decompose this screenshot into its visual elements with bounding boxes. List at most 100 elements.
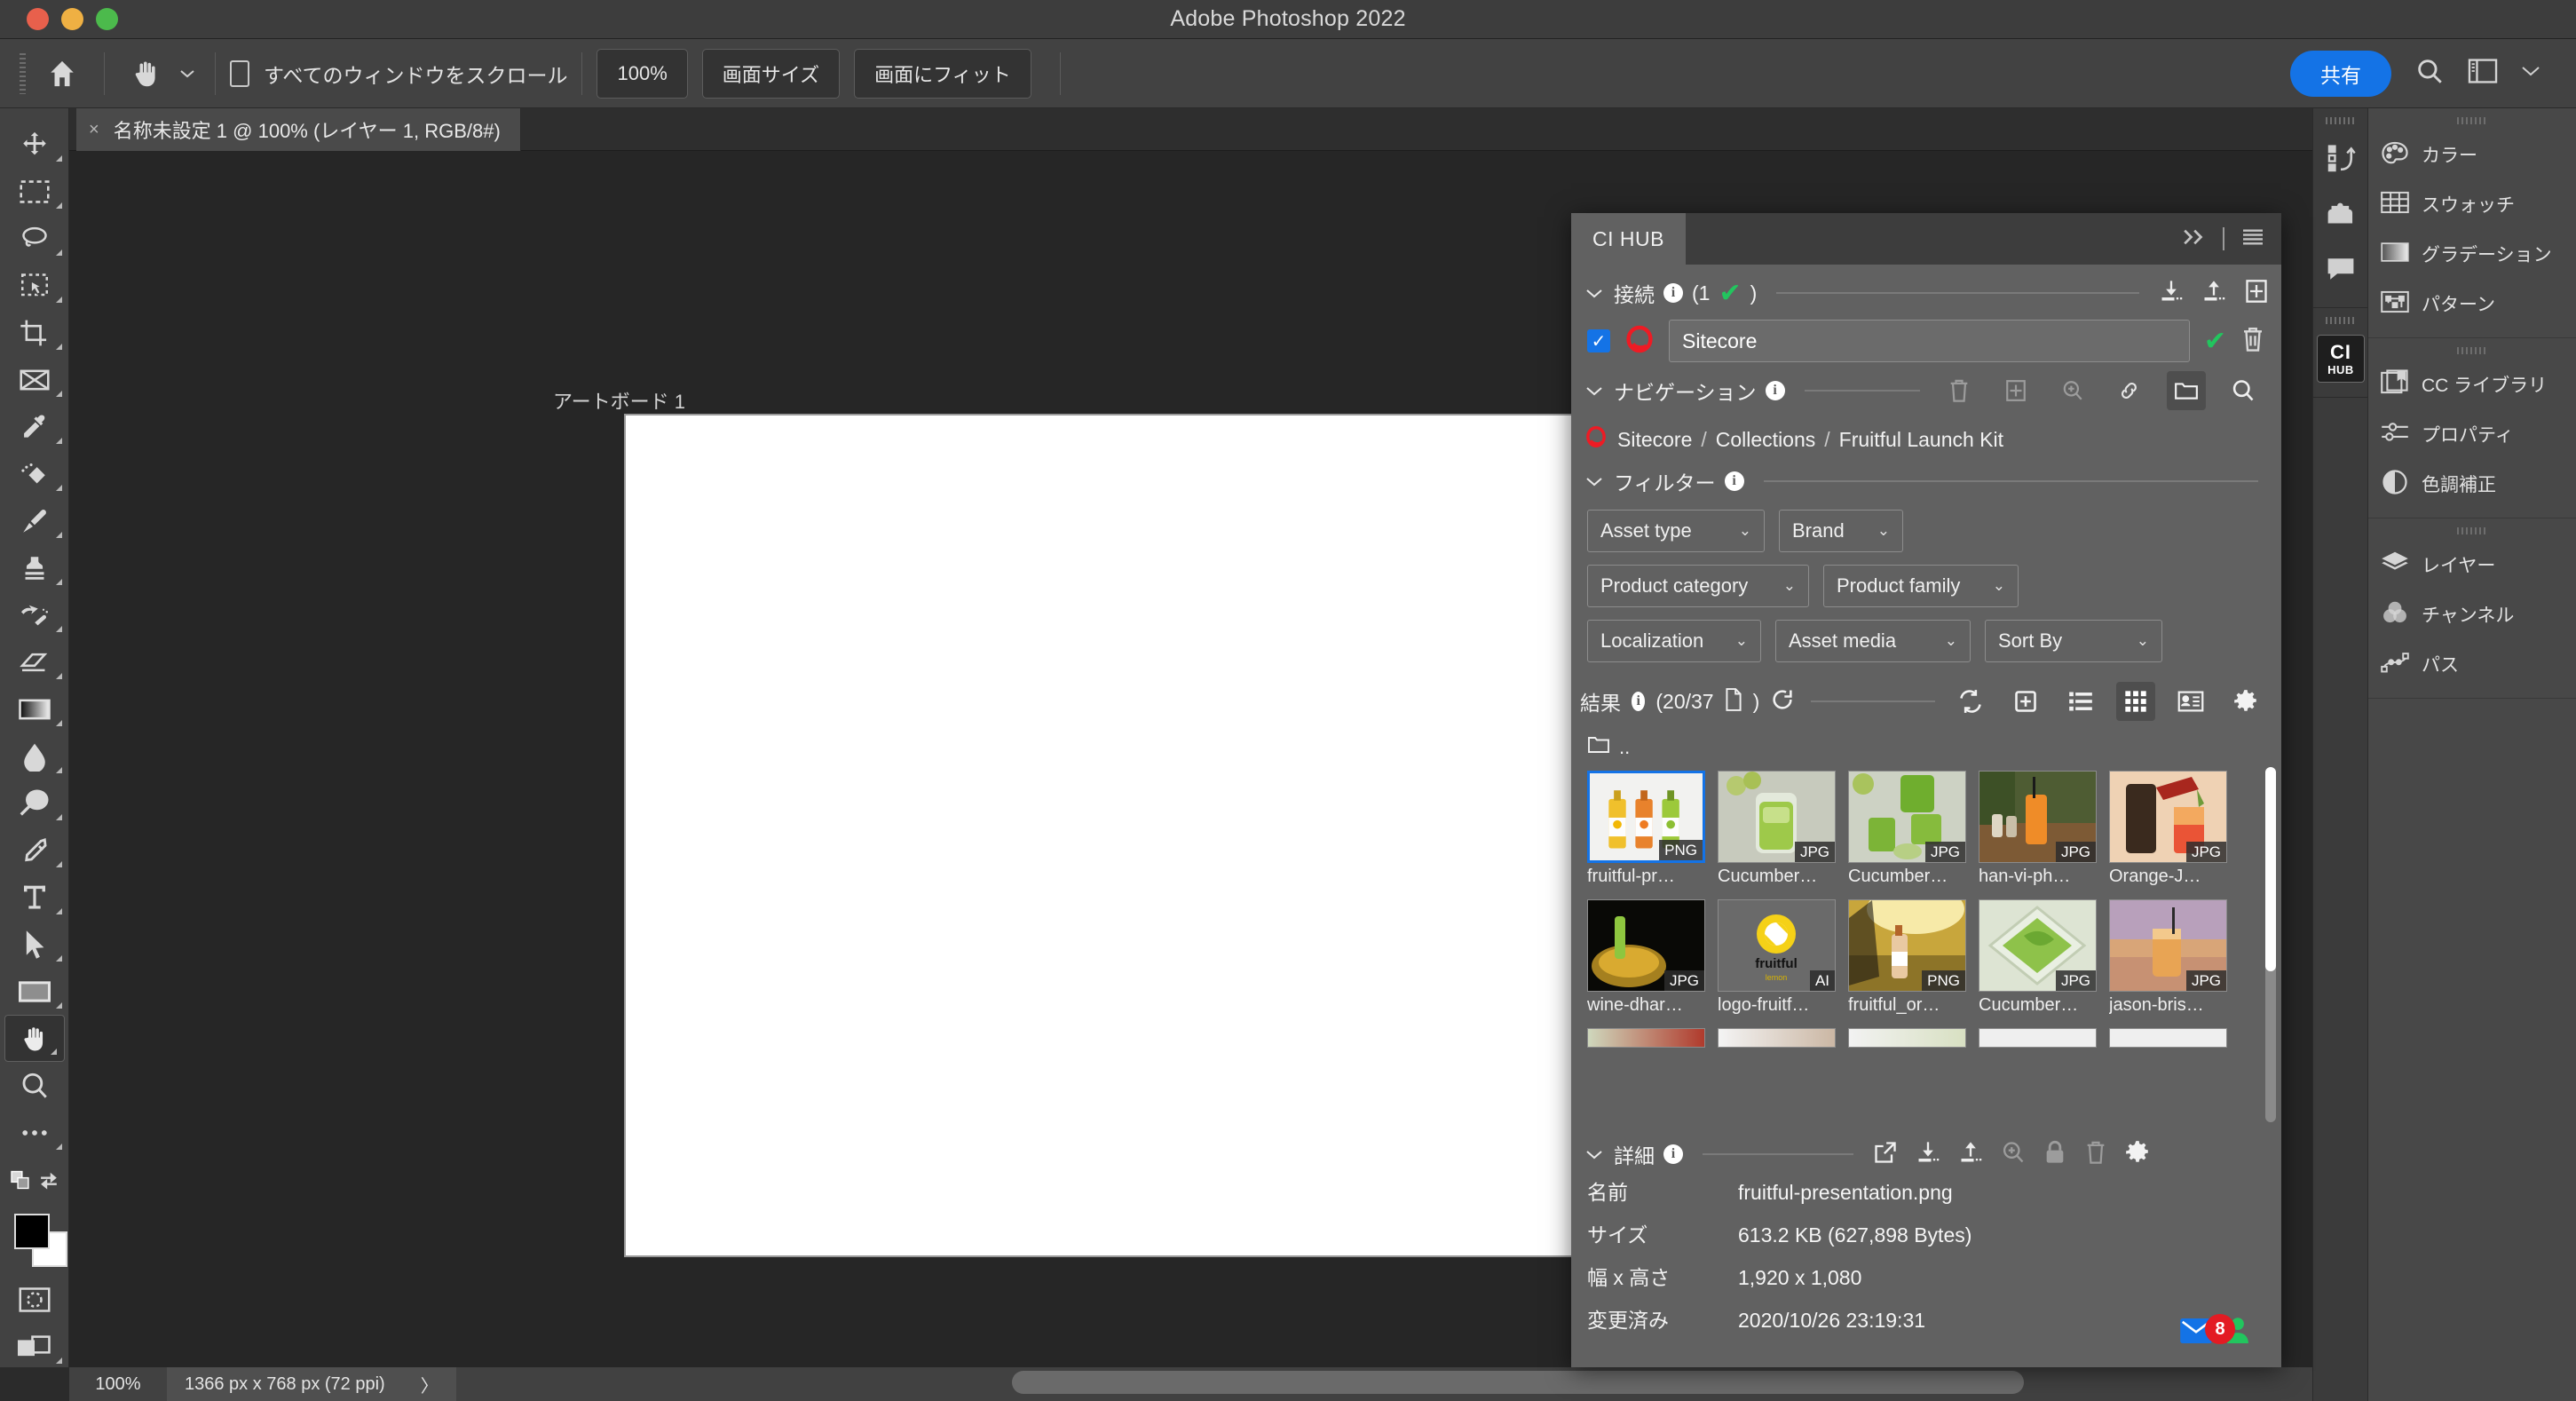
filter-asset-type[interactable]: Asset type ⌄ (1587, 510, 1765, 552)
asset-thumbnail[interactable]: fruitful lemon AI (1718, 899, 1836, 992)
refresh-circular-icon[interactable] (1770, 687, 1795, 716)
chevron-down-icon-filters[interactable] (1584, 471, 1605, 492)
folder-icon-nav[interactable] (2166, 371, 2206, 410)
zoom-in-icon-nav[interactable] (2053, 371, 2092, 410)
breadcrumb-item-2[interactable]: Fruitful Launch Kit (1839, 428, 2003, 452)
asset-thumbnail[interactable]: JPG (1979, 771, 2097, 863)
dock-drag-handle-2[interactable] (2325, 317, 2356, 324)
scroll-all-windows-checkbox[interactable] (230, 59, 249, 87)
channels-panel-item[interactable]: チャンネル (2368, 590, 2576, 639)
object-selection-tool[interactable] (0, 262, 69, 309)
rectangle-shape-tool[interactable] (0, 968, 69, 1015)
swatches-panel-item[interactable]: スウォッチ (2368, 179, 2576, 229)
link-icon-nav[interactable] (2110, 371, 2149, 410)
download-icon[interactable] (2159, 279, 2184, 308)
status-document-size[interactable]: 1366 px x 768 px (72 ppi) 〉 (167, 1367, 456, 1401)
blur-tool[interactable] (0, 732, 69, 780)
upload-icon[interactable] (2201, 279, 2226, 308)
comments-icon[interactable] (2313, 241, 2368, 297)
document-tab[interactable]: × 名称未設定 1 @ 100% (レイヤー 1, RGB/8#) (76, 108, 521, 151)
asset-thumbnail[interactable]: PNG (1848, 899, 1966, 992)
info-icon[interactable]: i (1663, 283, 1683, 303)
filter-product-family[interactable]: Product family ⌄ (1823, 565, 2019, 607)
settings-gear-icon-details[interactable] (2125, 1140, 2150, 1169)
share-button[interactable]: 共有 (2290, 50, 2391, 97)
asset-cell[interactable]: JPG Orange-J… (2109, 771, 2227, 887)
open-external-icon[interactable] (1873, 1140, 1898, 1169)
results-grid-wrapper[interactable]: .. PNG fruitful-pr… JPG Cucumber… JPG Cu… (1571, 730, 2281, 1129)
breadcrumb-item-1[interactable]: Collections (1716, 428, 1816, 452)
grid-view-icon[interactable] (2116, 682, 2155, 721)
connection-enabled-checkbox[interactable]: ✓ (1587, 329, 1610, 352)
asset-thumbnail[interactable]: JPG (2109, 771, 2227, 863)
chevron-right-icon[interactable]: 〉 (421, 1372, 439, 1397)
asset-cell-partial[interactable] (1718, 1028, 1836, 1048)
frame-tool[interactable] (0, 356, 69, 403)
close-icon[interactable]: × (89, 120, 99, 140)
properties-panel-item[interactable]: プロパティ (2368, 409, 2576, 459)
dock-drag-handle[interactable] (2325, 117, 2356, 124)
filter-brand[interactable]: Brand ⌄ (1779, 510, 1903, 552)
asset-thumbnail[interactable] (1979, 1028, 2097, 1048)
crop-tool[interactable] (0, 309, 69, 356)
quick-mask-button[interactable] (0, 1276, 69, 1323)
move-tool[interactable] (0, 121, 69, 168)
lasso-tool[interactable] (0, 215, 69, 262)
upload-icon-details[interactable] (1958, 1140, 1983, 1169)
asset-cell[interactable]: JPG Cucumber… (1979, 899, 2097, 1016)
add-box-icon[interactable] (2006, 682, 2045, 721)
double-chevron-right-icon[interactable] (2180, 227, 2207, 251)
zoom-in-icon-details[interactable] (2001, 1140, 2026, 1169)
scrollbar-thumb[interactable] (2265, 767, 2276, 971)
chevron-down-icon[interactable] (2521, 65, 2540, 82)
layers-panel-item[interactable]: レイヤー (2368, 540, 2576, 590)
trash-icon-nav[interactable] (1940, 371, 1979, 410)
brush-tool[interactable] (0, 497, 69, 544)
search-icon[interactable] (2414, 56, 2445, 91)
cc-libraries-panel-item[interactable]: CC ライブラリ (2368, 360, 2576, 409)
asset-thumbnail[interactable]: PNG (1587, 771, 1705, 863)
fit-screen-button[interactable]: 画面にフィット (854, 48, 1031, 99)
paths-panel-item[interactable]: パス (2368, 639, 2576, 689)
parent-folder-item[interactable]: .. (1587, 730, 2265, 765)
info-icon-results[interactable]: i (1632, 692, 1646, 711)
panel-group-handle-3[interactable] (2457, 527, 2487, 534)
workspace-icon[interactable] (2468, 58, 2498, 89)
asset-cell[interactable]: JPG Cucumber… (1718, 771, 1836, 887)
download-icon-details[interactable] (1916, 1140, 1940, 1169)
horizontal-scrollbar[interactable] (1012, 1371, 2024, 1394)
marquee-tool[interactable] (0, 168, 69, 215)
asset-thumbnail[interactable]: JPG (1848, 771, 1966, 863)
sync-icon[interactable] (1951, 682, 1990, 721)
chevron-down-icon[interactable] (1584, 283, 1605, 304)
filter-asset-media[interactable]: Asset media ⌄ (1775, 620, 1971, 662)
asset-thumbnail[interactable]: JPG (1718, 771, 1836, 863)
trash-icon[interactable] (2240, 326, 2265, 357)
filter-sort-by[interactable]: Sort By ⌄ (1985, 620, 2162, 662)
add-panel-icon[interactable] (2244, 279, 2269, 308)
asset-cell[interactable]: JPG jason-bris… (2109, 899, 2227, 1016)
breadcrumb-item-0[interactable]: Sitecore (1617, 428, 1692, 452)
gradient-tool[interactable] (0, 685, 69, 732)
asset-cell-partial[interactable] (1979, 1028, 2097, 1048)
cihub-icon[interactable]: CI HUB (2313, 331, 2368, 386)
connection-name-input[interactable]: Sitecore (1669, 320, 2190, 362)
asset-thumbnail[interactable] (1848, 1028, 1966, 1048)
filter-product-category[interactable]: Product category ⌄ (1587, 565, 1809, 607)
asset-thumbnail[interactable] (1587, 1028, 1705, 1048)
asset-cell[interactable]: PNG fruitful-pr… (1587, 771, 1705, 887)
asset-cell-partial[interactable] (1587, 1028, 1705, 1048)
type-tool[interactable] (0, 874, 69, 921)
connection-confirm-icon[interactable]: ✔ (2204, 326, 2226, 357)
options-bar-grip[interactable] (20, 52, 26, 94)
plugins-icon[interactable] (2313, 186, 2368, 241)
pen-tool[interactable] (0, 827, 69, 874)
info-icon-details[interactable]: i (1663, 1144, 1683, 1164)
trash-icon-details[interactable] (2084, 1140, 2107, 1169)
history-icon[interactable] (2313, 131, 2368, 186)
adjustments-panel-item[interactable]: 色調補正 (2368, 459, 2576, 509)
active-tool-icon[interactable] (119, 49, 174, 99)
asset-cell[interactable]: JPG wine-dhar… (1587, 899, 1705, 1016)
patterns-panel-item[interactable]: パターン (2368, 279, 2576, 328)
screen-mode-button[interactable] (0, 1323, 69, 1370)
